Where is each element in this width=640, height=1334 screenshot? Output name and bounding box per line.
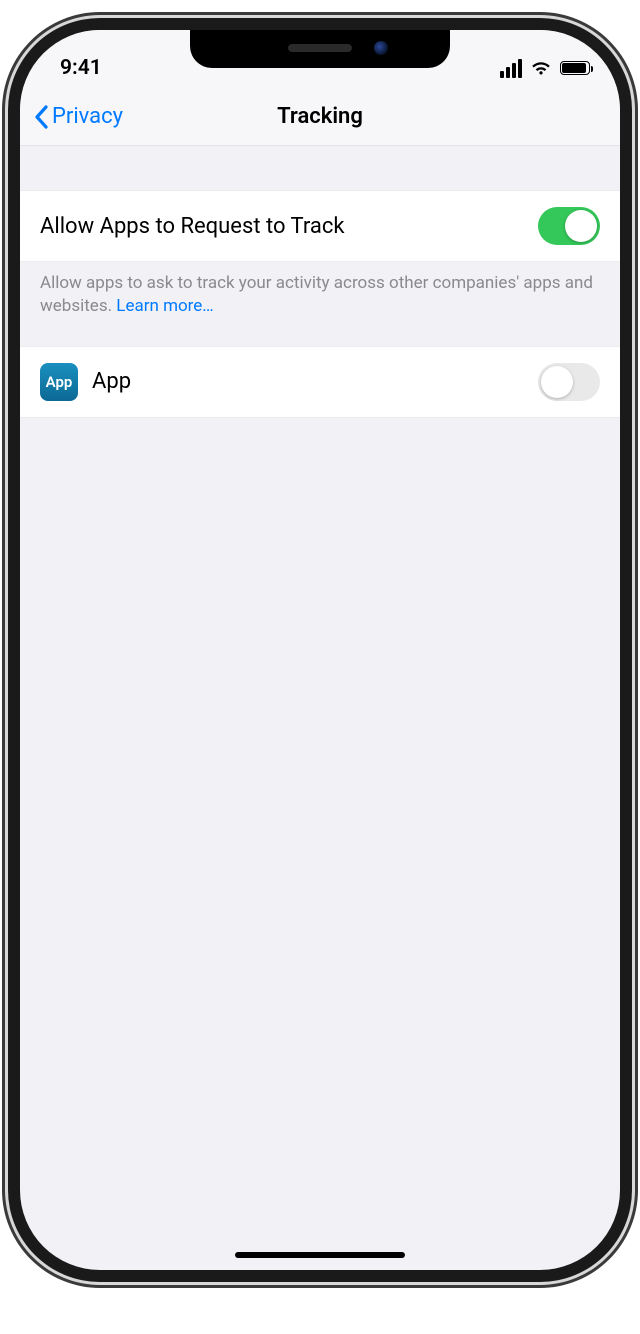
speaker (288, 44, 352, 52)
app-icon: App (40, 363, 78, 401)
wifi-icon (530, 60, 552, 76)
status-time: 9:41 (60, 56, 102, 80)
cellular-icon (500, 59, 522, 78)
allow-tracking-toggle[interactable] (538, 207, 600, 245)
app-label: App (92, 369, 131, 394)
toggle-knob (565, 210, 597, 242)
home-indicator[interactable] (235, 1252, 405, 1258)
nav-bar: Privacy Tracking (20, 88, 620, 146)
app-tracking-toggle[interactable] (538, 363, 600, 401)
allow-tracking-row: Allow Apps to Request to Track (20, 190, 620, 262)
app-row-left: App App (40, 363, 131, 401)
back-label: Privacy (52, 104, 123, 129)
notch (190, 30, 450, 68)
back-button[interactable]: Privacy (34, 104, 123, 129)
content-area: Allow Apps to Request to Track Allow app… (20, 146, 620, 418)
allow-tracking-description: Allow apps to ask to track your activity… (20, 262, 620, 346)
allow-tracking-label: Allow Apps to Request to Track (40, 214, 345, 239)
front-camera (374, 41, 388, 55)
app-row: App App (20, 346, 620, 418)
page-title: Tracking (277, 104, 363, 129)
app-icon-label: App (46, 373, 73, 391)
device-frame: 9:41 Privacy Tracking Allow Apps to Requ… (20, 30, 620, 1270)
battery-icon (560, 61, 590, 75)
chevron-left-icon (34, 105, 48, 129)
status-right (500, 59, 590, 78)
toggle-knob (541, 366, 573, 398)
learn-more-link[interactable]: Learn more… (116, 296, 213, 316)
